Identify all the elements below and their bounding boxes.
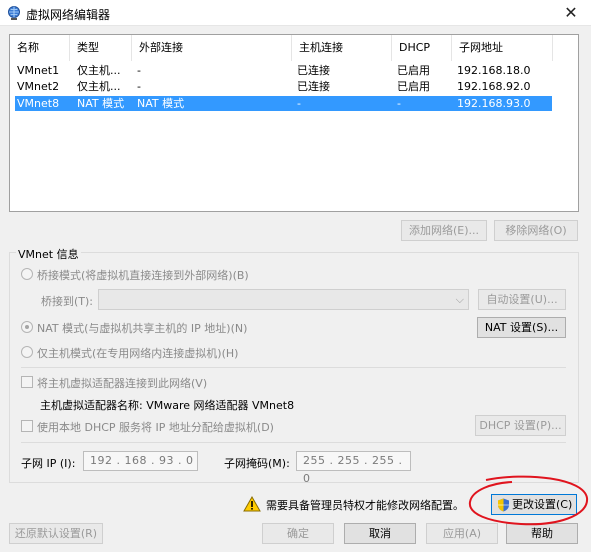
table-row-selected[interactable]: VMnet8 NAT 模式 NAT 模式 - - 192.168.93.0 <box>15 96 552 111</box>
cell-type: 仅主机... <box>77 64 121 77</box>
cell-dhcp: 已启用 <box>397 64 430 77</box>
list-header: 名称 类型 外部连接 主机连接 DHCP 子网地址 <box>10 35 555 61</box>
remove-network-button[interactable]: 移除网络(O) <box>494 220 578 241</box>
col-header-name[interactable]: 名称 <box>10 35 70 61</box>
bridge-to-select[interactable]: ⌵ <box>98 289 469 310</box>
cell-host: 已连接 <box>297 80 330 93</box>
cancel-button[interactable]: 取消 <box>344 523 416 544</box>
cell-name: VMnet8 <box>17 97 60 110</box>
table-row[interactable]: VMnet2 仅主机... - 已连接 已启用 192.168.92.0 <box>15 79 552 94</box>
subnet-ip-label: 子网 IP (I): <box>21 457 76 470</box>
cell-external: NAT 模式 <box>137 97 185 110</box>
cell-type: NAT 模式 <box>77 97 125 110</box>
cell-name: VMnet1 <box>17 64 60 77</box>
apply-button[interactable]: 应用(A) <box>426 523 498 544</box>
nat-mode-label: NAT 模式(与虚拟机共享主机的 IP 地址)(N) <box>37 322 248 335</box>
host-only-label: 仅主机模式(在专用网络内连接虚拟机)(H) <box>37 347 239 360</box>
chevron-down-icon: ⌵ <box>455 293 464 306</box>
network-list[interactable]: 名称 类型 外部连接 主机连接 DHCP 子网地址 VMnet1 仅主机... … <box>9 34 579 212</box>
cell-name: VMnet2 <box>17 80 60 93</box>
cell-subnet: 192.168.92.0 <box>457 80 531 93</box>
table-row[interactable]: VMnet1 仅主机... - 已连接 已启用 192.168.18.0 <box>15 63 552 78</box>
close-icon[interactable]: ✕ <box>551 0 591 26</box>
ok-button[interactable]: 确定 <box>262 523 334 544</box>
cell-host: 已连接 <box>297 64 330 77</box>
dhcp-label: 使用本地 DHCP 服务将 IP 地址分配给虚拟机(D) <box>37 421 274 434</box>
cell-dhcp: 已启用 <box>397 80 430 93</box>
col-header-type[interactable]: 类型 <box>70 35 132 61</box>
divider <box>21 442 566 443</box>
col-header-dhcp[interactable]: DHCP <box>392 35 452 61</box>
vmnet-info-title: VMnet 信息 <box>16 246 81 262</box>
divider <box>21 367 566 368</box>
dhcp-settings-button[interactable]: DHCP 设置(P)... <box>475 415 566 436</box>
restore-defaults-button[interactable]: 还原默认设置(R) <box>9 523 103 544</box>
window-title: 虚拟网络编辑器 <box>26 8 111 22</box>
change-settings-button[interactable]: 更改设置(C) <box>491 494 577 515</box>
radio-selected-dot <box>25 325 29 329</box>
admin-message: 需要具备管理员特权才能修改网络配置。 <box>266 499 464 512</box>
change-settings-label: 更改设置(C) <box>512 498 573 511</box>
adapter-name-label: 主机虚拟适配器名称: VMware 网络适配器 VMnet8 <box>40 399 295 412</box>
col-header-subnet[interactable]: 子网地址 <box>452 35 553 61</box>
cell-subnet: 192.168.93.0 <box>457 97 531 110</box>
bridged-mode-label: 桥接模式(将虚拟机直接连接到外部网络)(B) <box>37 269 249 282</box>
bridged-mode-radio[interactable] <box>21 268 33 280</box>
help-button[interactable]: 帮助 <box>506 523 578 544</box>
cell-subnet: 192.168.18.0 <box>457 64 531 77</box>
title-bar: 虚拟网络编辑器 ✕ <box>0 0 591 26</box>
host-only-radio[interactable] <box>21 346 33 358</box>
auto-settings-button[interactable]: 自动设置(U)... <box>478 289 566 310</box>
cell-external: - <box>137 64 141 77</box>
col-header-external[interactable]: 外部连接 <box>132 35 292 61</box>
nat-mode-radio[interactable] <box>21 321 33 333</box>
uac-shield-icon <box>498 498 509 512</box>
subnet-mask-label: 子网掩码(M): <box>224 457 290 470</box>
cell-host: - <box>297 97 301 110</box>
add-network-button[interactable]: 添加网络(E)... <box>401 220 487 241</box>
subnet-mask-field[interactable]: 255 . 255 . 255 . 0 <box>296 451 411 485</box>
cell-type: 仅主机... <box>77 80 121 93</box>
col-header-host[interactable]: 主机连接 <box>292 35 392 61</box>
cell-external: - <box>137 80 141 93</box>
cell-dhcp: - <box>397 97 401 110</box>
connect-adapter-checkbox[interactable] <box>21 376 33 388</box>
bridge-to-label: 桥接到(T): <box>41 295 94 308</box>
dhcp-checkbox[interactable] <box>21 420 33 432</box>
connect-adapter-label: 将主机虚拟适配器连接到此网络(V) <box>37 377 208 390</box>
warning-icon <box>243 496 261 512</box>
network-globe-icon <box>8 6 20 20</box>
subnet-ip-field[interactable]: 192 . 168 . 93 . 0 <box>83 451 198 471</box>
nat-settings-button[interactable]: NAT 设置(S)... <box>477 317 566 338</box>
